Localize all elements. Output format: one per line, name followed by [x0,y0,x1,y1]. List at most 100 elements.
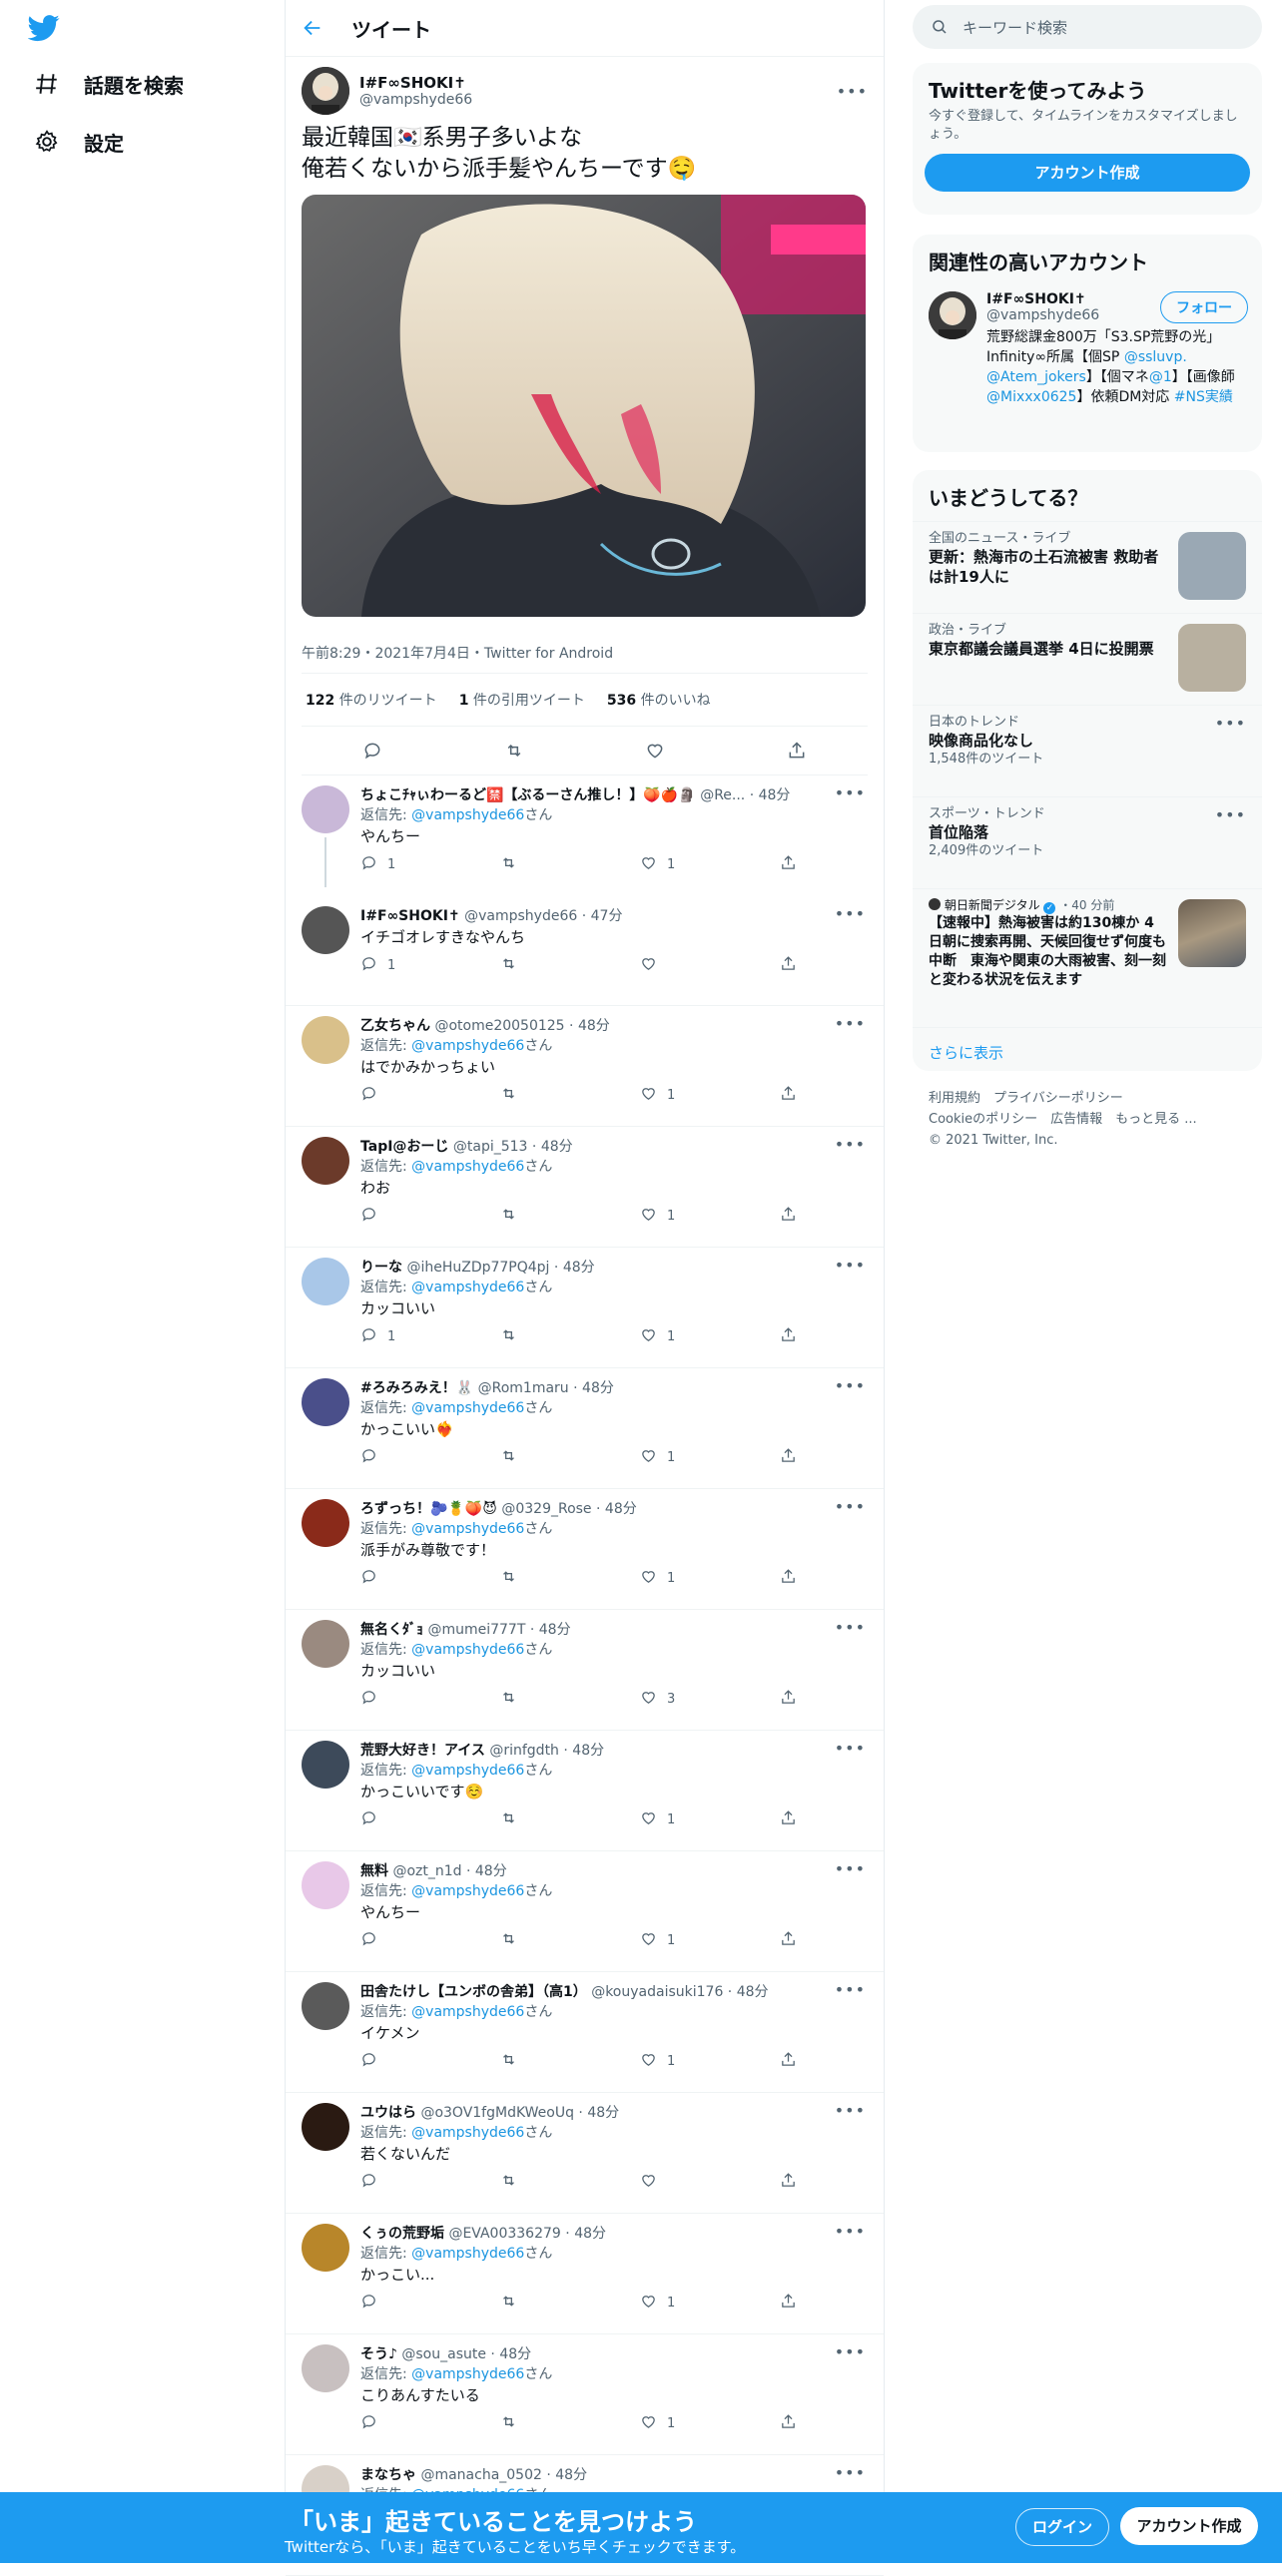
avatar[interactable] [302,1016,349,1064]
share-button[interactable] [780,955,800,976]
reply-tweet[interactable]: ••• #ろみろみえ！🐰 @Rom1maru · 48分 返信先: @vampshy… [286,1368,884,1489]
mention-link[interactable]: @vampshyde66 [411,1400,524,1416]
reply-author-handle[interactable]: @manacha_0502 [420,2467,541,2483]
reply-author-name[interactable]: ろずっち！🫐🍍🍑😈 [360,1501,497,1517]
reply-tweet[interactable]: ••• TapI@おーじ @tapi_513 · 48分 返信先: @vampshy… [286,1127,884,1248]
reply-author-handle[interactable]: @vampshyde66 [464,908,577,924]
reply-button[interactable]: 1 [360,955,460,976]
reply-button[interactable] [360,1447,460,1468]
tweet-photo[interactable] [302,195,866,617]
retweet-button[interactable] [500,2172,600,2193]
reply-author-handle[interactable]: @kouyadaisuki176 [591,1984,723,2000]
share-button[interactable] [780,1206,800,1227]
like-icon[interactable] [645,741,665,761]
retweet-button[interactable] [500,1447,600,1468]
more-options-icon[interactable]: ••• [1215,805,1246,824]
follow-button[interactable]: フォロー [1160,291,1248,323]
reply-author-name[interactable]: 無名くﾀﾞｮ [360,1622,423,1638]
like-button[interactable] [640,955,740,976]
author-handle[interactable]: @vampshyde66 [359,92,827,108]
nav-settings[interactable]: 設定 [34,122,124,162]
share-button[interactable] [780,1447,800,1468]
avatar[interactable] [302,1861,349,1909]
like-button[interactable]: 1 [640,1930,740,1951]
like-button[interactable]: 3 [640,1689,740,1710]
reply-author-name[interactable]: 無料 [360,1863,388,1879]
reply-author-name[interactable]: 田舎たけし【ユンボの舎弟】（高1） [360,1984,587,2000]
more-options-icon[interactable]: ••• [837,82,868,101]
reply-author-handle[interactable]: @0329_Rose [501,1501,591,1517]
mention-link[interactable]: @vampshyde66 [411,1763,524,1779]
reply-tweet[interactable]: ••• 無名くﾀﾞｮ @mumei777T · 48分 返信先: @vampshyd… [286,1610,884,1731]
signup-button[interactable]: アカウント作成 [1120,2507,1258,2545]
reply-author-handle[interactable]: @o3OV1fgMdKWeoUq [420,2105,574,2121]
bio-link[interactable]: @Mixxx0625 [986,389,1076,405]
mention-link[interactable]: @vampshyde66 [411,1521,524,1537]
share-button[interactable] [780,2413,800,2434]
like-button[interactable]: 1 [640,2293,740,2314]
tweet-timestamp[interactable]: 午前8:29・2021年7月4日・Twitter for Android [302,633,868,674]
like-button[interactable]: 1 [640,2051,740,2072]
more-options-icon[interactable]: ••• [1215,714,1246,733]
reply-tweet[interactable]: ••• 荒野大好き！アイス @rinfgdth · 48分 返信先: @vampsh… [286,1731,884,1851]
reply-button[interactable] [360,1930,460,1951]
reply-author-handle[interactable]: @mumei777T [427,1622,525,1638]
trend-item[interactable]: 政治・ライブ 東京都議会議員選挙 4日に投開票 [913,613,1262,705]
reply-author-name[interactable]: 乙女ちゃん [360,1018,430,1034]
avatar[interactable] [302,1378,349,1426]
more-options-icon[interactable]: ••• [835,1618,866,1637]
share-button[interactable] [780,1568,800,1589]
more-options-icon[interactable]: ••• [835,2101,866,2120]
more-options-icon[interactable]: ••• [835,1014,866,1033]
avatar[interactable] [302,785,349,833]
retweet-button[interactable] [500,1930,600,1951]
reply-time[interactable]: 48分 [587,2105,619,2121]
reply-author-name[interactable]: TapI@おーじ [360,1139,448,1155]
reply-time[interactable]: 48分 [475,1863,507,1879]
trend-item[interactable]: スポーツ・トレンド 首位陥落 2,409件のツイート ••• [913,796,1262,888]
avatar[interactable] [302,67,349,115]
share-button[interactable] [780,2172,800,2193]
reply-author-name[interactable]: #ろみろみえ！🐰 [360,1380,473,1396]
reply-button[interactable] [360,2413,460,2434]
reply-author-handle[interactable]: @sou_asute [401,2346,486,2362]
share-button[interactable] [780,1809,800,1830]
share-button[interactable] [780,1689,800,1710]
avatar[interactable] [302,2224,349,2272]
footer-links-row1[interactable]: 利用規約 プライバシーポリシー [929,1088,1258,1109]
reply-author-handle[interactable]: @EVA00336279 [448,2226,560,2242]
reply-tweet[interactable]: ••• I#F∞SHOKI✝ @vampshyde66 · 47分 イチゴオレすきな… [286,896,884,1006]
more-options-icon[interactable]: ••• [835,1859,866,1878]
retweet-icon[interactable] [504,741,524,761]
share-button[interactable] [780,854,800,875]
reply-author-handle[interactable]: @Re... [700,787,745,803]
reply-time[interactable]: 48分 [605,1501,637,1517]
reply-tweet[interactable]: ••• そう♪ @sou_asute · 48分 返信先: @vampshyde66… [286,2334,884,2455]
reply-button[interactable] [360,2293,460,2314]
more-options-icon[interactable]: ••• [835,2222,866,2241]
nav-explore[interactable]: 話題を検索 [34,64,184,104]
like-button[interactable]: 1 [640,1809,740,1830]
reply-tweet[interactable]: ••• ろずっち！🫐🍍🍑😈 @0329_Rose · 48分 返信先: @vamps… [286,1489,884,1610]
share-button[interactable] [780,1326,800,1347]
more-options-icon[interactable]: ••• [835,1739,866,1758]
like-button[interactable]: 1 [640,1447,740,1468]
reply-button[interactable] [360,1206,460,1227]
mention-link[interactable]: @vampshyde66 [411,2004,524,2020]
mention-link[interactable]: @vampshyde66 [411,2366,524,2382]
more-options-icon[interactable]: ••• [835,2463,866,2482]
retweet-button[interactable] [500,2051,600,2072]
create-account-button[interactable]: アカウント作成 [925,154,1250,192]
more-options-icon[interactable]: ••• [835,2342,866,2361]
retweet-button[interactable] [500,854,600,875]
mention-link[interactable]: @vampshyde66 [411,2246,524,2262]
bio-link[interactable]: @ssluvp. [1124,349,1187,365]
reply-button[interactable] [360,1568,460,1589]
more-options-icon[interactable]: ••• [835,1135,866,1154]
more-options-icon[interactable]: ••• [835,1376,866,1395]
retweet-button[interactable] [500,1568,600,1589]
retweet-button[interactable] [500,1085,600,1106]
reply-author-name[interactable]: そう♪ [360,2346,397,2362]
like-button[interactable] [640,2172,740,2193]
share-icon[interactable] [787,741,807,761]
